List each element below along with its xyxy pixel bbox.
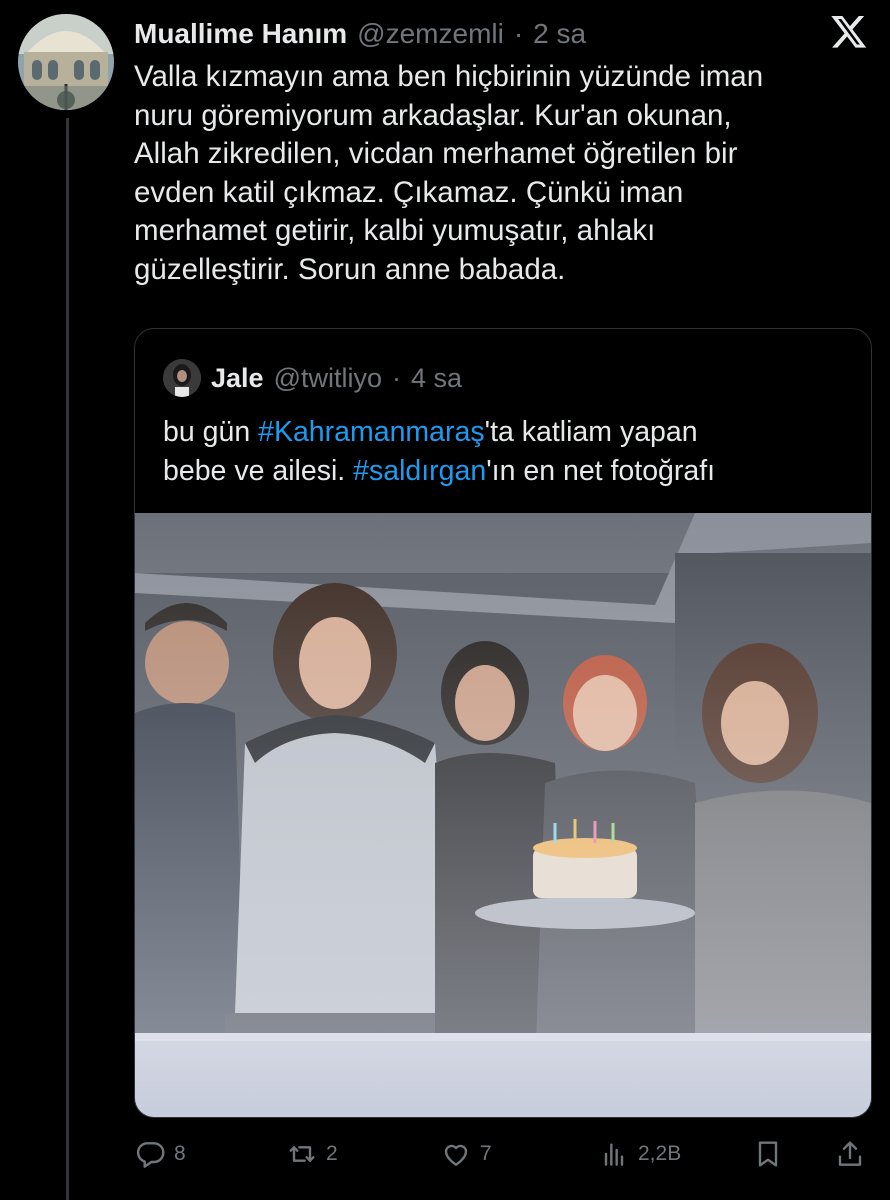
quoted-line: bebe ve ailesi. #saldırgan'ın en net fot…	[163, 452, 863, 491]
repost-button[interactable]: 2	[286, 1132, 338, 1176]
reply-icon	[136, 1142, 165, 1168]
quoted-handle[interactable]: @twitliyo	[274, 363, 382, 394]
views-count: 2,2B	[638, 1142, 682, 1165]
like-button[interactable]: 7	[440, 1132, 492, 1176]
bookmark-icon	[758, 1141, 778, 1167]
quoted-tweet-body: bu gün #Kahramanmaraş'ta katliam yapan b…	[163, 413, 863, 491]
quoted-author-avatar[interactable]	[163, 359, 201, 397]
views-icon	[604, 1143, 624, 1166]
quoted-text-segment: 'ın en net fotoğrafı	[486, 455, 716, 487]
header-separator: ·	[513, 18, 524, 49]
author-avatar[interactable]	[18, 14, 114, 110]
quoted-photo[interactable]	[135, 513, 871, 1117]
tweet-line: güzelleştirir. Sorun anne babada.	[134, 252, 566, 286]
quoted-avatar-image	[163, 359, 201, 397]
author-display-name[interactable]: Muallime Hanım	[134, 18, 347, 50]
reply-count: 8	[174, 1142, 186, 1165]
like-count: 7	[480, 1142, 492, 1165]
quoted-timestamp[interactable]: 4 sa	[411, 363, 462, 394]
heart-icon	[444, 1144, 468, 1166]
author-handle[interactable]: @zemzemli	[357, 18, 504, 50]
views-button[interactable]: 2,2B	[598, 1132, 681, 1176]
share-icon	[838, 1141, 862, 1166]
quoted-header-separator: ·	[391, 362, 401, 393]
tweet-line: nuru göremiyorum arkadaşlar. Kur'an okun…	[134, 98, 732, 132]
x-logo-icon[interactable]	[830, 12, 868, 50]
hashtag-link[interactable]: #Kahramanmaraş	[258, 416, 485, 448]
bookmark-button[interactable]	[752, 1132, 784, 1176]
quoted-tweet-header: Jale @twitliyo · 4 sa	[163, 357, 462, 399]
tweet-line: evden katil çıkmaz. Çıkamaz. Çünkü iman	[134, 175, 684, 209]
repost-icon	[289, 1146, 315, 1162]
family-photo-image	[135, 513, 871, 1117]
quoted-text-segment: 'ta katliam yapan	[484, 416, 698, 448]
tweet-timestamp[interactable]: 2 sa	[533, 18, 586, 50]
tweet-line: Allah zikredilen, vicdan merhamet öğreti…	[134, 137, 738, 170]
repost-count: 2	[326, 1142, 338, 1165]
quoted-text-segment: bebe ve ailesi.	[163, 455, 354, 487]
tweet-header: Muallime Hanım @zemzemli · 2 sa	[134, 14, 586, 54]
hashtag-link[interactable]: #saldırgan	[353, 455, 486, 487]
mosque-avatar-image	[18, 14, 114, 110]
thread-line	[66, 118, 69, 1200]
quoted-line: bu gün #Kahramanmaraş'ta katliam yapan	[163, 413, 863, 452]
tweet-line: merhamet getirir, kalbi yumuşatır, ahlak…	[134, 214, 656, 247]
quoted-text-segment: bu gün	[163, 416, 259, 448]
tweet-line: Valla kızmayın ama ben hiçbirinin yüzünd…	[134, 60, 764, 93]
reply-button[interactable]: 8	[134, 1132, 186, 1176]
share-button[interactable]	[834, 1132, 866, 1176]
tweet-actions: 8 2 7 2,2B	[134, 1132, 870, 1176]
tweet-body: Valla kızmayın ama ben hiçbirinin yüzünd…	[134, 58, 854, 289]
quoted-display-name[interactable]: Jale	[211, 363, 264, 394]
quoted-tweet[interactable]: Jale @twitliyo · 4 sa bu gün #Kahramanma…	[134, 328, 872, 1118]
